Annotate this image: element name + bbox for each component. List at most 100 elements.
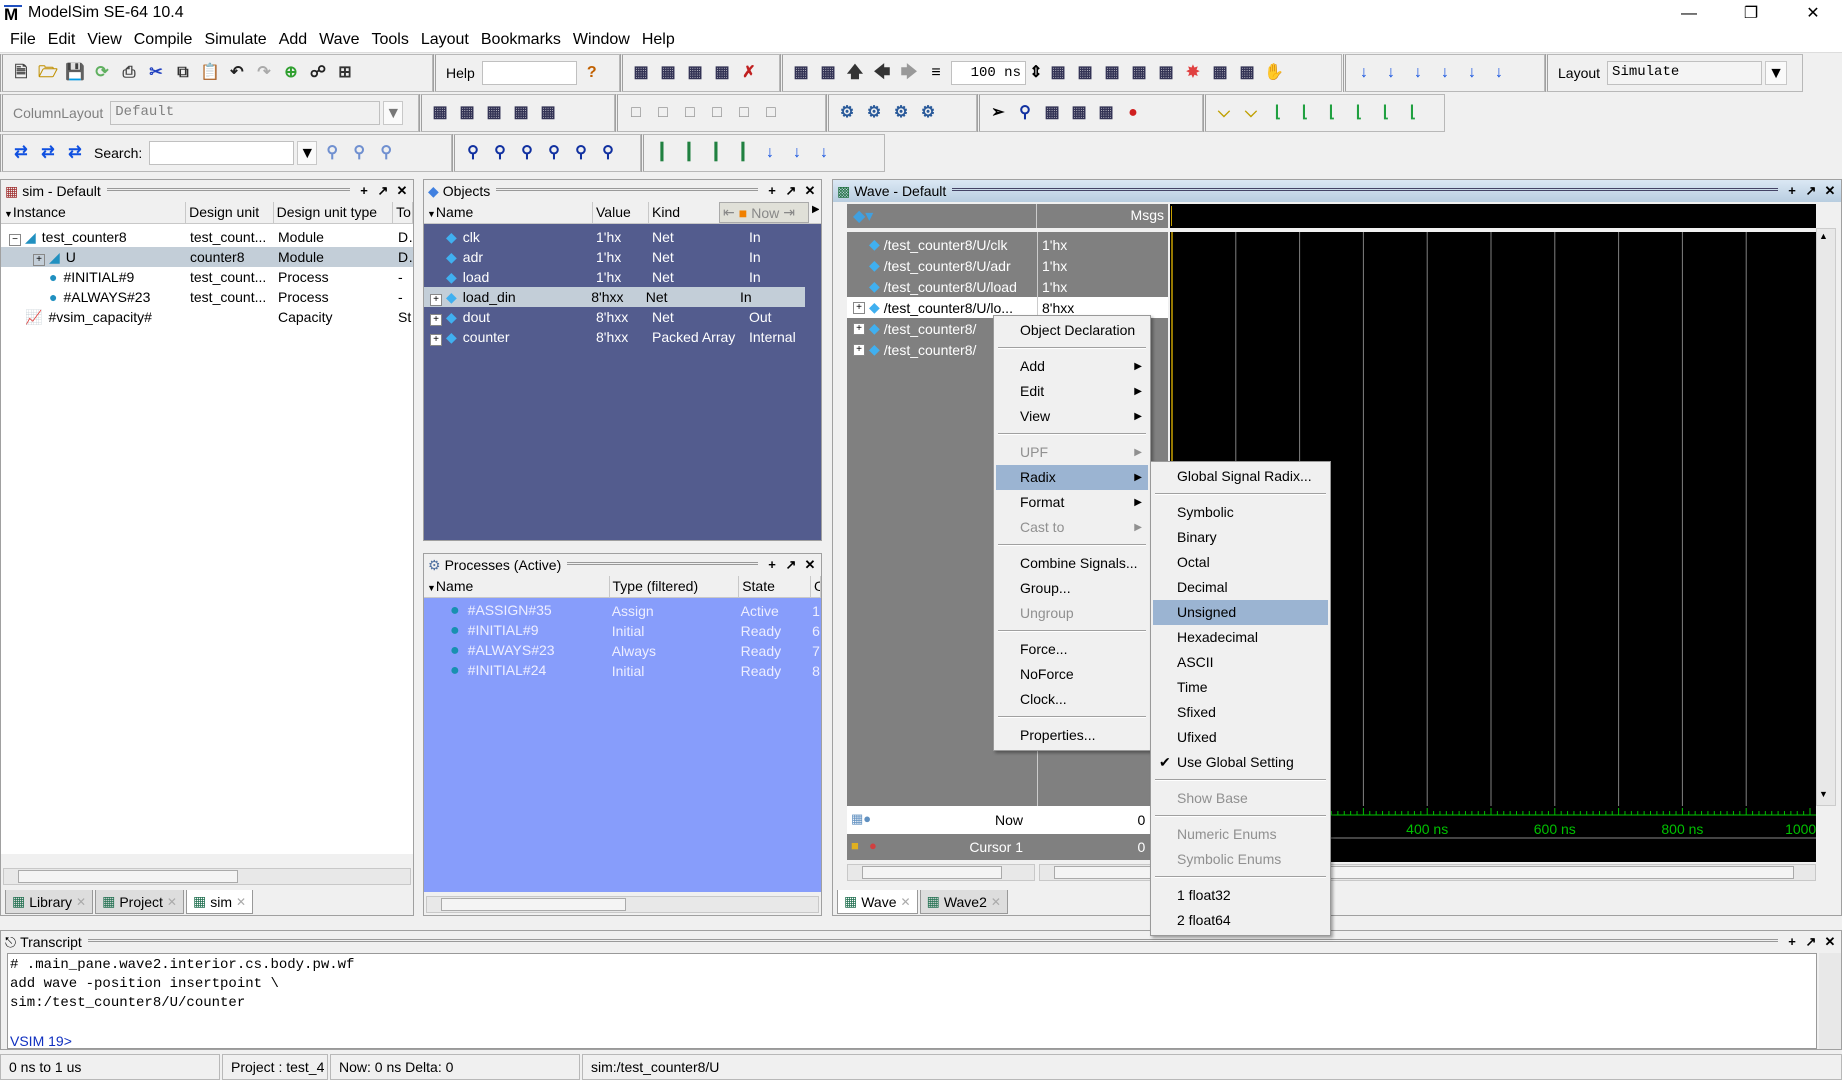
prev-falling-icon[interactable]: ⌊ — [1320, 101, 1344, 125]
step-into-icon[interactable]: ↓ — [1352, 61, 1376, 85]
table-row[interactable]: ● #ASSIGN#35 Assign Active 1 — [424, 601, 821, 621]
cursor-tools-icon[interactable]: ▦● — [851, 811, 871, 827]
step-out-icon[interactable]: ↓ — [1406, 61, 1430, 85]
save-icon[interactable]: 💾 — [63, 61, 87, 85]
filter-out-icon[interactable]: □ — [651, 101, 675, 125]
table-row[interactable]: ● #INITIAL#9 test_count... Process - — [1, 267, 413, 287]
paste-icon[interactable]: 📋 — [198, 61, 222, 85]
menu-tools[interactable]: Tools — [367, 28, 416, 52]
prev-edge-icon[interactable]: ⌊ — [1266, 101, 1290, 125]
pane-dock-button[interactable]: + — [1784, 183, 1800, 199]
column-name[interactable]: ▼Name — [424, 202, 593, 223]
next-falling-icon[interactable]: ⌊ — [1347, 101, 1371, 125]
save-wave-icon[interactable]: ▦ — [509, 101, 533, 125]
gear-compile-icon[interactable]: ⚙ — [835, 101, 859, 125]
processes-horizontal-scrollbar[interactable] — [426, 896, 819, 913]
table-row[interactable]: ● #INITIAL#24 Initial Ready 8 — [424, 661, 821, 681]
menu-item-view[interactable]: View ▶ — [996, 404, 1148, 429]
menu-item-force[interactable]: Force... — [996, 637, 1148, 662]
menu-item-octal[interactable]: Octal — [1153, 550, 1328, 575]
zoom-out-icon[interactable]: ⚲ — [488, 141, 512, 165]
wave-bar-icon[interactable]: ┃ — [677, 141, 701, 165]
menu-item-properties[interactable]: Properties... — [996, 723, 1148, 748]
tab-close-icon[interactable]: ✕ — [167, 895, 177, 909]
table-row[interactable]: + ◆ load_din 8'hxx Net In — [424, 287, 805, 307]
new-file-icon[interactable]: 🗎 — [9, 61, 33, 85]
gear-warn-icon[interactable]: ⚙ — [862, 101, 886, 125]
pane-close-button[interactable]: ✕ — [1822, 183, 1838, 199]
table-row[interactable]: ● #ALWAYS#23 test_count... Process - — [1, 287, 413, 307]
transcript-vertical-scrollbar[interactable] — [1819, 953, 1841, 1049]
menu-item-noforce[interactable]: NoForce — [996, 662, 1148, 687]
menu-help[interactable]: Help — [638, 28, 683, 52]
menu-item-symbolic[interactable]: Symbolic — [1153, 500, 1328, 525]
cut-icon[interactable]: ✂ — [144, 61, 168, 85]
wave-signal-row[interactable]: ◆/test_counter8/U/clk — [847, 234, 1037, 255]
table-row[interactable]: ◆ load 1'hx Net In — [424, 267, 821, 287]
find-prev-icon[interactable]: ⚲ — [320, 141, 344, 165]
menu-item-radix[interactable]: Radix ▶ — [996, 465, 1148, 490]
help-book-icon[interactable]: ▦ — [656, 61, 680, 85]
link-icon[interactable]: ▦ — [789, 61, 813, 85]
wave-pane-header[interactable]: ▩ Wave - Default + ↗ ✕ — [833, 180, 1841, 202]
find-options-icon[interactable]: ⚲ — [374, 141, 398, 165]
zoom-in-icon[interactable]: ⚲ — [461, 141, 485, 165]
objects-pane-header[interactable]: ◆ Objects + ↗ ✕ — [424, 180, 821, 202]
select-pointer-icon[interactable]: ➢ — [986, 101, 1010, 125]
table-row[interactable]: ● #INITIAL#9 Initial Ready 6 — [424, 621, 821, 641]
pane-drag-handle[interactable] — [952, 187, 1778, 195]
step-into-all-icon[interactable]: ↓ — [1433, 61, 1457, 85]
cursor-mode-icon[interactable]: ▦ — [1067, 101, 1091, 125]
binoculars-find-icon[interactable]: ☍ — [306, 61, 330, 85]
collapse-icon[interactable]: ⊞ — [333, 61, 357, 85]
left-arrow-icon[interactable]: 🡄 — [870, 61, 894, 85]
close-button[interactable]: ✕ — [1784, 0, 1842, 28]
restart-icon[interactable]: ▦ — [1046, 61, 1070, 85]
profile-mem-icon[interactable]: ▦ — [1235, 61, 1259, 85]
column-layout-dropdown-icon[interactable]: ▼ — [383, 101, 404, 125]
undo-icon[interactable]: ↶ — [225, 61, 249, 85]
menu-item-global-signal-radix[interactable]: Global Signal Radix... — [1153, 464, 1328, 489]
pane-dock-button[interactable]: + — [356, 183, 372, 199]
edit-mode-icon[interactable]: ▦ — [1094, 101, 1118, 125]
memory-icon[interactable]: ▦ — [683, 61, 707, 85]
wave-step3-icon[interactable]: ↓ — [812, 141, 836, 165]
table-row[interactable]: + ◢ Ucounter8 Module DU — [1, 247, 413, 267]
pane-dock-button[interactable]: + — [764, 183, 780, 199]
zoom-mode-icon[interactable]: ⚲ — [1013, 101, 1037, 125]
objects-dropdown-icon[interactable]: ◆▾ — [853, 206, 873, 226]
table-row[interactable]: ◆ clk 1'hx Net In — [424, 227, 821, 247]
step-out-all-icon[interactable]: ↓ — [1487, 61, 1511, 85]
column-design-unit-type[interactable]: Design unit type — [274, 202, 394, 223]
pane-undock-button[interactable]: ↗ — [783, 557, 799, 573]
layout-select[interactable]: Simulate — [1607, 61, 1763, 85]
gear-run-icon[interactable]: ⚙ — [889, 101, 913, 125]
menu-window[interactable]: Window — [569, 28, 638, 52]
menu-item-ascii[interactable]: ASCII — [1153, 650, 1328, 675]
expand-icon[interactable]: + — [430, 313, 442, 326]
tab-close-icon[interactable]: ✕ — [76, 895, 86, 909]
tab-close-icon[interactable]: ✕ — [991, 895, 1001, 909]
pane-drag-handle[interactable] — [87, 938, 1778, 946]
filter-internal-icon[interactable]: □ — [705, 101, 729, 125]
menu-layout[interactable]: Layout — [417, 28, 477, 52]
break-sim-icon[interactable]: ▦ — [1154, 61, 1178, 85]
tab-sim[interactable]: ▦ sim ✕ — [185, 890, 254, 914]
pane-undock-button[interactable]: ↗ — [375, 183, 391, 199]
scroll-down-icon[interactable]: ▼ — [1819, 789, 1828, 799]
open-folder-icon[interactable]: 🗁 — [36, 61, 60, 85]
filter-all-icon[interactable]: □ — [732, 101, 756, 125]
up-arrow-icon[interactable]: 🡅 — [843, 61, 867, 85]
pane-close-button[interactable]: ✕ — [802, 183, 818, 199]
column-kind[interactable]: Kind — [649, 202, 719, 223]
menu-simulate[interactable]: Simulate — [200, 28, 274, 52]
column-type[interactable]: Type (filtered) — [610, 576, 740, 597]
prev-rising-icon[interactable]: ⌊ — [1374, 101, 1398, 125]
column-value[interactable]: Value — [593, 202, 649, 223]
pane-close-button[interactable]: ✕ — [394, 183, 410, 199]
expand-icon[interactable]: + — [430, 293, 442, 306]
wave-block-icon[interactable]: ┃ — [704, 141, 728, 165]
table-row[interactable]: −◢ test_counter8 test_count... Module DU — [1, 227, 413, 247]
run-length-input[interactable] — [951, 61, 1026, 85]
expand-in-icon[interactable]: ⇄ — [9, 141, 33, 165]
